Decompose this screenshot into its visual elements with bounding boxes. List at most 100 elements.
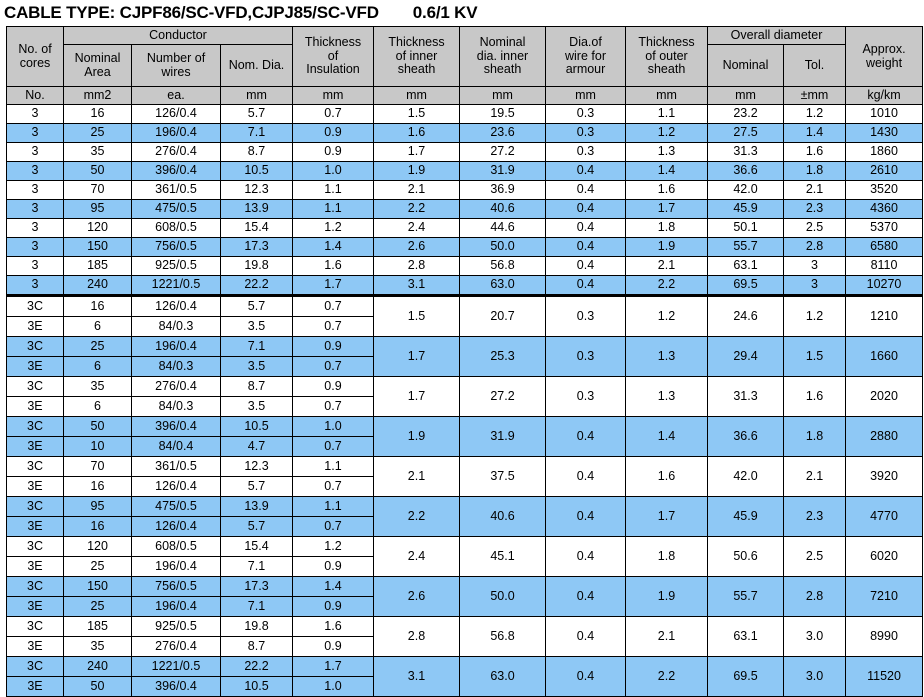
cell-nominner: 27.2 (459, 376, 546, 417)
header-unit-cell: mm (373, 86, 460, 105)
cell-ovtol: 1.5 (782, 336, 847, 377)
cell-nominner: 50.0 (459, 237, 546, 257)
cell-weight: 11520 (845, 656, 924, 697)
cell-ins: 1.1 (292, 180, 374, 200)
cell-nomdia: 5.7 (220, 104, 293, 124)
cell-ovtol: 2.3 (782, 199, 847, 219)
cell-ins-earth: 0.9 (324, 559, 342, 573)
cell-ins: 0.9 0.7 (292, 336, 374, 377)
cell-area-conductor: 95 (64, 497, 131, 517)
cell-armour: 0.4 (545, 237, 626, 257)
table-row: 3 16 126/0.4 5.7 0.7 1.5 19.5 0.3 1.1 23.2 1.2 1010 (6, 104, 924, 124)
cell-cores: 3C 3E (6, 416, 64, 457)
header-armour-line2: wire for (565, 48, 606, 63)
cell-ovtol: 1.6 (782, 142, 847, 162)
cell-cores: 3C 3E (6, 656, 64, 697)
cell-nomdia-earth: 7.1 (247, 559, 266, 573)
cell-ovnom: 69.5 (707, 275, 784, 296)
cell-nomdia: 15.4 7.1 (220, 536, 293, 577)
cell-ovnom: 45.9 (707, 199, 784, 219)
cell-wires: 361/0.5 126/0.4 (131, 456, 221, 497)
cell-nominner: 23.6 (459, 123, 546, 143)
cell-armour: 0.3 (545, 104, 626, 124)
cell-nomdia: 15.4 (220, 218, 293, 238)
cell-wires: 396/0.4 (131, 161, 221, 181)
cell-inner: 2.2 (373, 199, 460, 219)
cell-ovnom: 36.6 (707, 416, 784, 457)
table-row: 3 240 1221/0.5 22.2 1.7 3.1 63.0 0.4 2.2 69.5 3 102… (6, 275, 924, 296)
cell-wires: 475/0.5 126/0.4 (131, 496, 221, 537)
header-overall-tol: Tol. (782, 44, 847, 87)
header-approx-weight: Approx. weight (845, 26, 924, 87)
cell-nominner: 50.0 (459, 576, 546, 617)
cell-outer: 1.4 (625, 416, 708, 457)
cell-inner: 2.8 (373, 256, 460, 276)
cell-armour: 0.4 (545, 536, 626, 577)
cell-inner: 2.6 (373, 237, 460, 257)
cell-weight: 1660 (845, 336, 924, 377)
header-ins-line3: Insulation (306, 62, 360, 77)
cell-ins: 1.2 (292, 218, 374, 238)
cell-cores-conductor: 3C (7, 617, 63, 637)
cell-wires-earth: 126/0.4 (155, 519, 197, 533)
cell-ins-conductor: 0.7 (293, 297, 373, 317)
cell-inner: 1.5 (373, 104, 460, 124)
cell-ins-conductor: 1.7 (293, 657, 373, 677)
table-row: 3 70 361/0.5 12.3 1.1 2.1 36.9 0.4 1.6 42.0 2.1 352… (6, 180, 924, 200)
table-row: 3C 3E 185 35 925/0.5 276/0.4 19.8 8.7 1.6 0.9 2.8 5… (6, 616, 924, 657)
cell-nomdia: 22.2 10.5 (220, 656, 293, 697)
table-row: 3 185 925/0.5 19.8 1.6 2.8 56.8 0.4 2.1 63.1 3 8110 (6, 256, 924, 276)
cell-weight: 8110 (845, 256, 924, 276)
cell-area: 16 6 (63, 294, 132, 337)
cell-ins: 1.0 (292, 161, 374, 181)
cell-wires: 361/0.5 (131, 180, 221, 200)
cell-outer: 1.3 (625, 376, 708, 417)
cell-nominner: 31.9 (459, 161, 546, 181)
cell-ovtol: 1.4 (782, 123, 847, 143)
cell-ins-earth: 0.7 (324, 519, 342, 533)
cell-ovnom: 36.6 (707, 161, 784, 181)
cell-area: 35 (63, 142, 132, 162)
cell-outer: 2.1 (625, 256, 708, 276)
table-row: 3C 3E 25 6 196/0.4 84/0.3 7.1 3.5 0.9 0.7 1.7 25.3 0… (6, 336, 924, 377)
cell-wires: 1221/0.5 396/0.4 (131, 656, 221, 697)
cell-cores: 3 (6, 199, 64, 219)
cell-nominner: 37.5 (459, 456, 546, 497)
cell-ins: 1.1 0.7 (292, 456, 374, 497)
table-row: 3C 3E 16 6 126/0.4 84/0.3 5.7 3.5 0.7 0.7 1.5 20.7 0… (6, 294, 924, 337)
cell-cores: 3 (6, 180, 64, 200)
cell-area-earth: 10 (90, 439, 105, 453)
cell-armour: 0.4 (545, 256, 626, 276)
cell-ovtol: 1.8 (782, 416, 847, 457)
cell-ins-earth: 0.7 (324, 479, 342, 493)
cell-nomdia: 17.3 7.1 (220, 576, 293, 617)
cell-ins: 1.7 (292, 275, 374, 296)
header-conductor-group: Conductor (63, 26, 293, 45)
cell-ins-earth: 0.9 (324, 599, 342, 613)
cell-ovnom: 50.6 (707, 536, 784, 577)
cell-ovtol: 1.2 (782, 294, 847, 337)
cell-area: 185 35 (63, 616, 132, 657)
cell-area-earth: 6 (94, 399, 101, 413)
cell-outer: 1.2 (625, 294, 708, 337)
cell-weight: 4770 (845, 496, 924, 537)
cell-nominner: 36.9 (459, 180, 546, 200)
cell-outer: 1.7 (625, 199, 708, 219)
header-nomdia-line3: sheath (483, 62, 522, 77)
header-nomdia-line2: dia. inner (476, 48, 529, 63)
cell-area-earth: 16 (90, 479, 105, 493)
header-row-units: No. mm2 ea. mm mm mm mm mm mm mm ±mm kg/km (6, 86, 924, 105)
cell-cores-conductor: 3C (7, 497, 63, 517)
table-row: 3 25 196/0.4 7.1 0.9 1.6 23.6 0.3 1.2 27.5 1.4 1430 (6, 123, 924, 143)
cell-ovnom: 69.5 (707, 656, 784, 697)
cell-ins: 1.7 1.0 (292, 656, 374, 697)
cell-ins-conductor: 0.9 (293, 337, 373, 357)
cell-ovtol: 2.8 (782, 237, 847, 257)
cell-ovnom: 50.1 (707, 218, 784, 238)
cell-ovnom: 63.1 (707, 256, 784, 276)
cell-wires-conductor: 276/0.4 (132, 377, 220, 397)
cell-inner: 3.1 (373, 275, 460, 296)
cell-ovtol: 1.6 (782, 376, 847, 417)
cell-ovtol: 2.5 (782, 218, 847, 238)
cell-armour: 0.4 (545, 161, 626, 181)
